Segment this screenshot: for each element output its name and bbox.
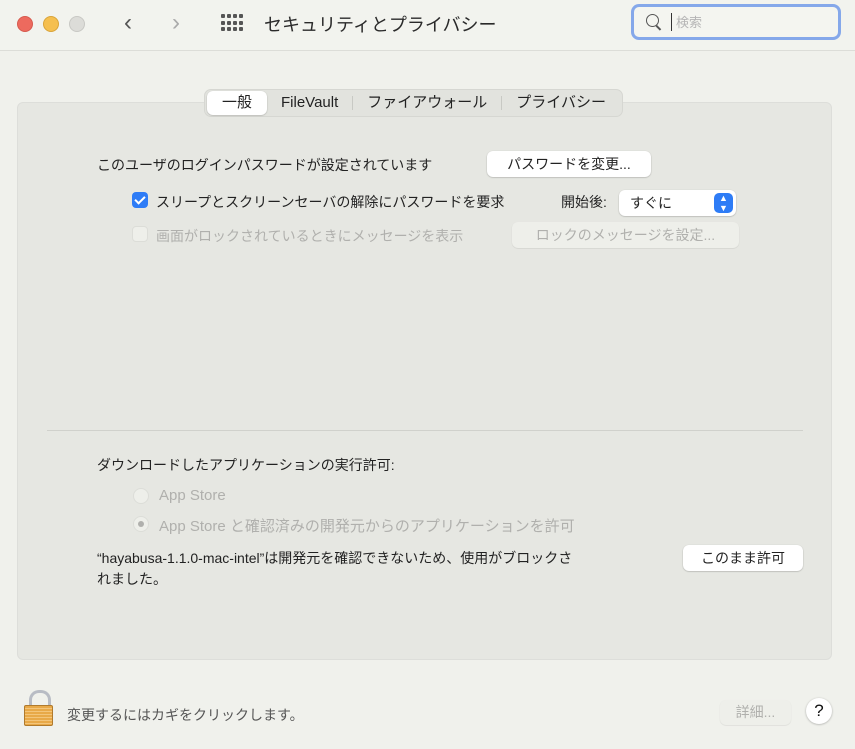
- tab-privacy[interactable]: プライバシー: [502, 91, 620, 115]
- search-field[interactable]: [631, 4, 841, 40]
- show-all-grid-icon[interactable]: [221, 14, 243, 32]
- minimize-button[interactable]: [43, 16, 59, 32]
- search-input[interactable]: [674, 12, 828, 34]
- tab-firewall[interactable]: ファイアウォール: [353, 91, 501, 115]
- change-password-button[interactable]: パスワードを変更...: [487, 151, 651, 177]
- radio-app-store-identified-label: App Store と確認済みの開発元からのアプリケーションを許可: [159, 518, 575, 535]
- blocked-app-message: “hayabusa-1.1.0-mac-intel”は開発元を確認できないため、…: [97, 550, 573, 566]
- require-password-delay-select[interactable]: すぐに ▲ ▼: [619, 190, 736, 216]
- require-password-checkbox[interactable]: [132, 192, 148, 208]
- window-title: セキュリティとプライバシー: [264, 15, 497, 35]
- zoom-button[interactable]: [69, 16, 85, 32]
- text-caret: [671, 13, 672, 31]
- radio-app-store[interactable]: [133, 488, 149, 504]
- lock-icon[interactable]: [24, 690, 54, 726]
- allow-anyway-button[interactable]: このまま許可: [683, 545, 803, 571]
- tab-filevault[interactable]: FileVault: [267, 91, 352, 115]
- after-label: 開始後:: [561, 194, 607, 210]
- lock-message-label: 画面がロックされているときにメッセージを表示: [156, 228, 464, 244]
- set-lock-message-button[interactable]: ロックのメッセージを設定...: [512, 222, 739, 248]
- radio-app-store-label: App Store: [159, 487, 226, 504]
- lock-message-checkbox[interactable]: [132, 226, 148, 242]
- chevron-updown-icon: ▲ ▼: [714, 193, 733, 213]
- section-divider: [47, 430, 803, 431]
- close-button[interactable]: [17, 16, 33, 32]
- advanced-button[interactable]: 詳細...: [720, 700, 791, 725]
- help-button[interactable]: ?: [806, 698, 832, 724]
- lock-hint-text: 変更するにはカギをクリックします。: [67, 707, 304, 723]
- radio-app-store-identified[interactable]: [133, 516, 149, 532]
- title-bar: ‹ › セキュリティとプライバシー: [0, 0, 855, 51]
- require-password-label: スリープとスクリーンセーバの解除にパスワードを要求: [156, 194, 505, 210]
- blocked-app-message-cont: れました。: [97, 571, 167, 587]
- tab-bar: 一般 FileVault ファイアウォール プライバシー: [204, 89, 623, 117]
- back-button[interactable]: ‹: [124, 10, 132, 36]
- select-value: すぐに: [630, 195, 672, 211]
- downloads-heading: ダウンロードしたアプリケーションの実行許可:: [97, 457, 395, 473]
- login-password-status: このユーザのログインパスワードが設定されています: [97, 157, 433, 173]
- tab-general[interactable]: 一般: [207, 91, 268, 115]
- forward-button[interactable]: ›: [172, 10, 180, 36]
- search-icon: [646, 14, 659, 27]
